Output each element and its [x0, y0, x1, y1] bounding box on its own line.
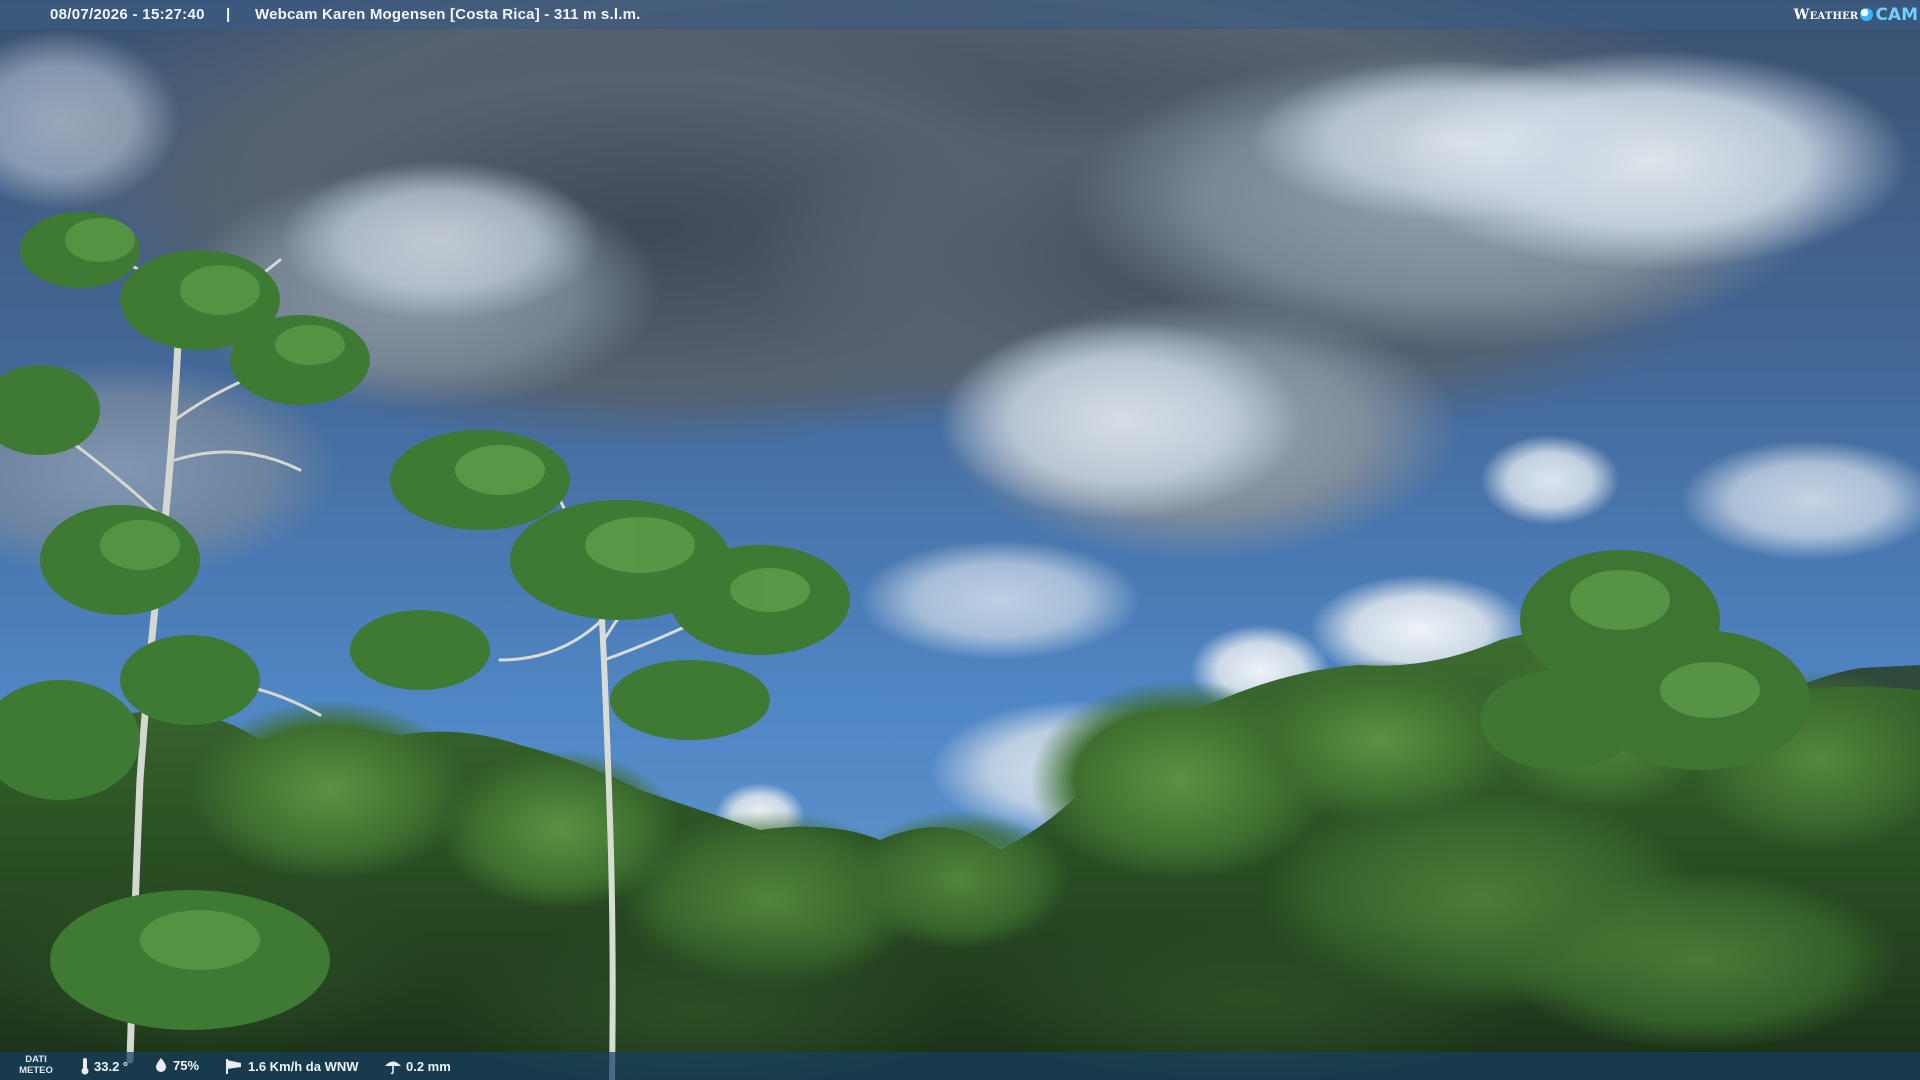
- humidity-value: 75%: [173, 1057, 200, 1073]
- rain-value: 0.2 mm: [406, 1058, 451, 1074]
- humidity-reading: 75%: [153, 1057, 199, 1073]
- webcam-image: [0, 0, 1920, 1080]
- top-info-bar: 08/07/2026 - 15:27:40 | Webcam Karen Mog…: [0, 0, 1920, 29]
- temperature-reading: 33.2 °: [80, 1057, 128, 1075]
- temperature-value: 33.2 °: [94, 1058, 129, 1074]
- globe-icon: [1860, 8, 1874, 21]
- logo-text-weather: Weather: [1793, 6, 1859, 23]
- weather-label-line1: DATI: [25, 1054, 47, 1065]
- rain-reading: 0.2 mm: [384, 1057, 451, 1075]
- weather-label-line2: METEO: [19, 1065, 53, 1076]
- weather-data-label: DATI METEO: [18, 1054, 54, 1076]
- droplet-icon: [156, 1058, 166, 1072]
- wind-reading: 1.6 Km/h da WNW: [224, 1057, 359, 1075]
- logo-text-cam: CAM: [1875, 4, 1918, 25]
- windsock-icon: [226, 1059, 241, 1074]
- umbrella-icon: [385, 1061, 401, 1075]
- timestamp: 08/07/2026 - 15:27:40: [50, 6, 205, 23]
- header-separator: |: [226, 6, 231, 23]
- camera-title: Webcam Karen Mogensen [Costa Rica] - 311…: [255, 6, 641, 23]
- wind-value: 1.6 Km/h da WNW: [248, 1058, 359, 1074]
- weathercam-logo[interactable]: Weather CAM: [1794, 2, 1918, 27]
- thermometer-icon: [81, 1058, 89, 1075]
- weather-data-bar: DATI METEO 33.2 ° 75% 1.6 Km/h da WNW 0.…: [0, 1052, 1920, 1080]
